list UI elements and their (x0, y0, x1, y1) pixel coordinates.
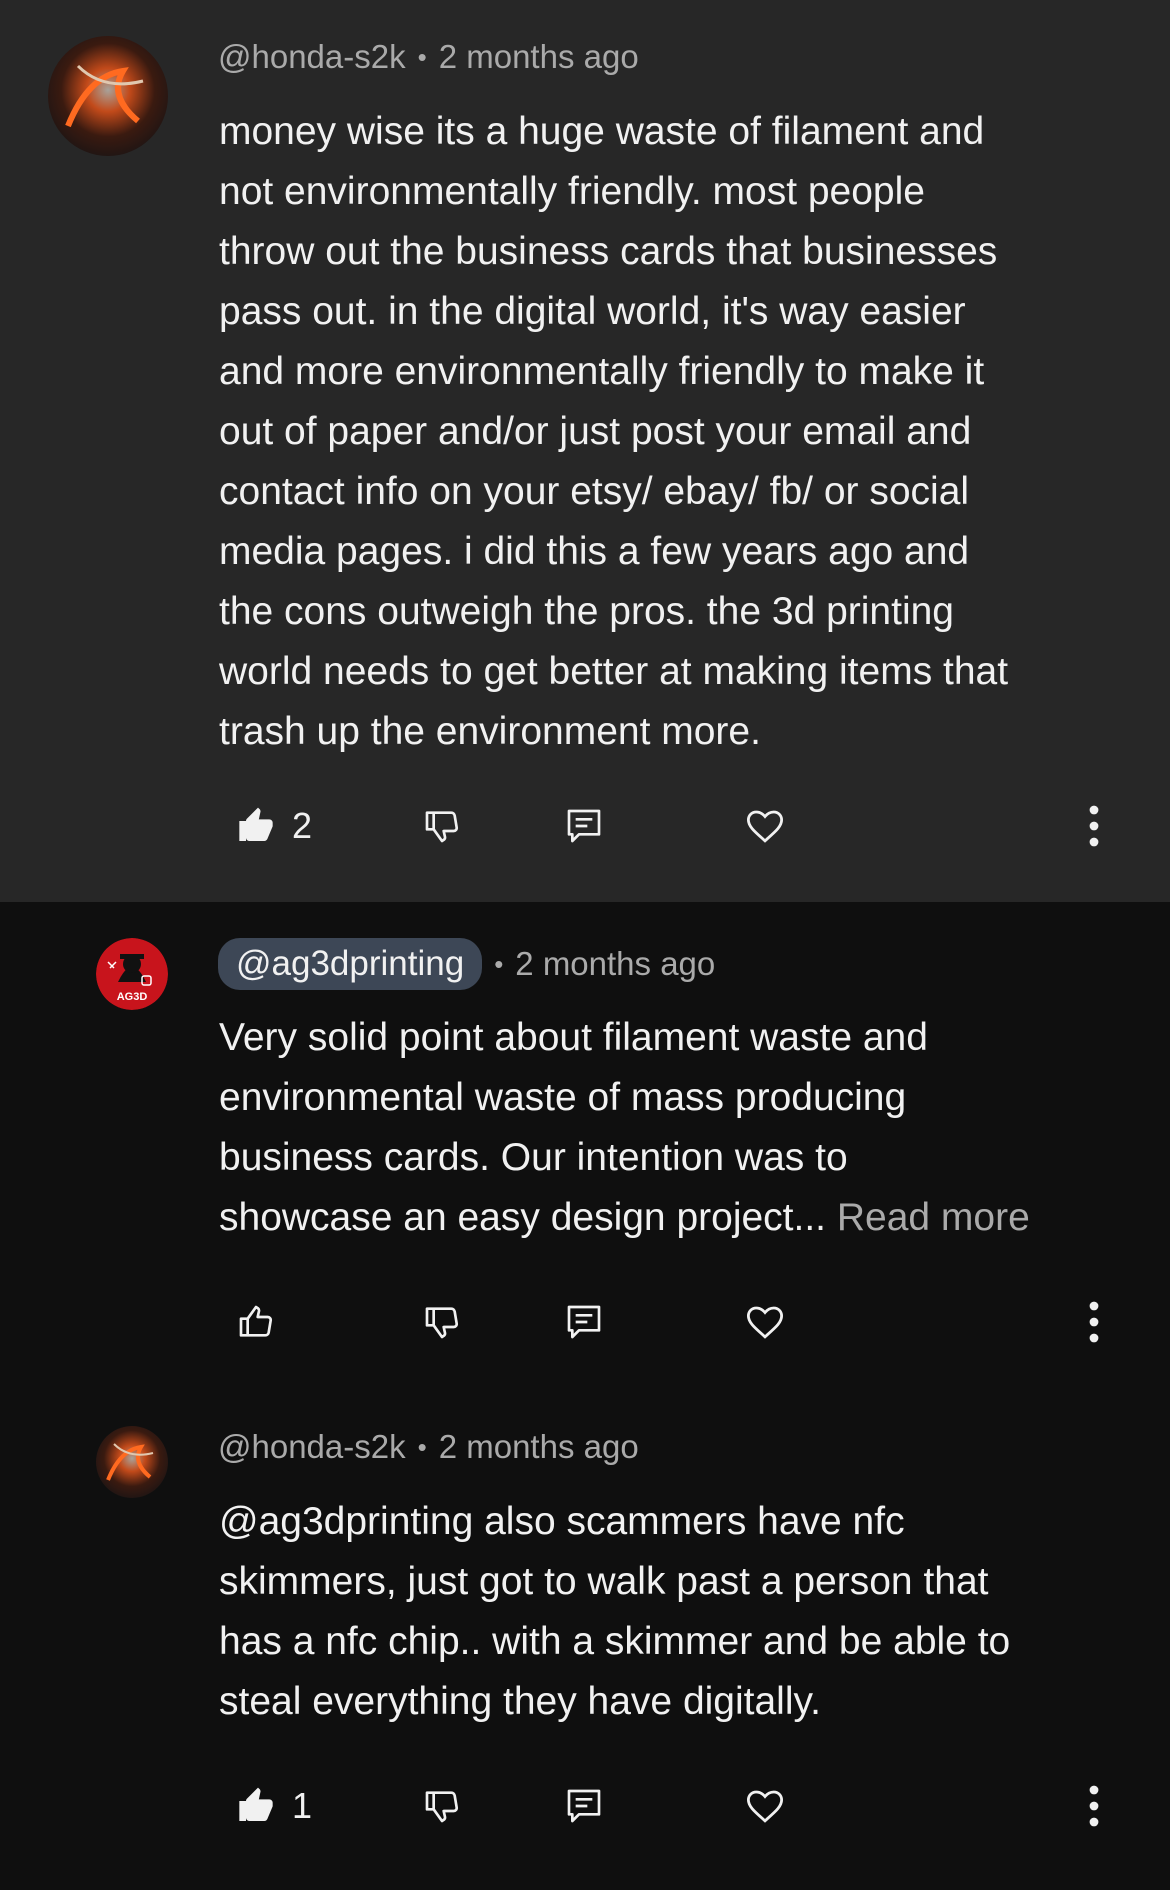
more-vert-icon (1089, 1301, 1099, 1343)
comment-line: trash up the environment more. (219, 710, 761, 753)
more-options-button[interactable] (1076, 1282, 1112, 1362)
author-name[interactable]: @honda-s2k (218, 1428, 406, 1466)
comment-line: throw out the business cards that busine… (219, 230, 998, 273)
comment-line: world needs to get better at making item… (219, 650, 1009, 693)
comment-timestamp[interactable]: 2 months ago (439, 1428, 639, 1466)
reply-icon (567, 1305, 601, 1339)
heart-button[interactable] (744, 786, 786, 866)
comment-line-last: showcase an easy design project... Read … (219, 1188, 1139, 1248)
thumbs-down-icon (425, 1307, 459, 1339)
avatar-text: AG3D (117, 991, 148, 1003)
reply-icon (567, 809, 601, 843)
thumbs-up-icon (239, 1305, 273, 1337)
comment-line: out of paper and/or just post your email… (219, 410, 972, 453)
more-options-button[interactable] (1076, 1766, 1112, 1846)
heart-button[interactable] (744, 1766, 786, 1846)
avatar[interactable]: AG3D (96, 938, 168, 1010)
separator-dot: • (417, 41, 427, 72)
like-button[interactable] (236, 1282, 292, 1362)
dislike-button[interactable] (422, 786, 462, 866)
dislike-button[interactable] (422, 1282, 462, 1362)
comment-text: money wise its a huge waste of filament … (219, 102, 1139, 762)
comment-line: media pages. i did this a few years ago … (219, 530, 970, 573)
thumbs-down-icon (425, 1791, 459, 1823)
author-name[interactable]: @ag3dprinting (218, 938, 483, 990)
author-name[interactable]: @honda-s2k (218, 38, 406, 76)
comment-line: showcase an easy design project... (219, 1196, 827, 1239)
comment-text: @ag3dprinting also scammers have nfc ski… (219, 1492, 1139, 1732)
comment-line: money wise its a huge waste of filament … (219, 110, 985, 153)
avatar[interactable] (48, 36, 168, 156)
like-button[interactable]: 1 (236, 1766, 312, 1846)
comment-line: not environmentally friendly. most peopl… (219, 170, 925, 213)
read-more-link[interactable]: Read more (837, 1196, 1030, 1239)
more-vert-icon (1089, 1785, 1099, 1827)
comment-header: @ag3dprinting • 2 months ago (218, 938, 715, 990)
comment-line: Very solid point about filament waste an… (219, 1016, 928, 1059)
thumbs-up-icon (239, 807, 273, 841)
heart-icon (746, 810, 784, 843)
comment-line: pass out. in the digital world, it's way… (219, 290, 966, 333)
reply-icon (567, 1789, 601, 1823)
reply-button[interactable] (564, 1766, 604, 1846)
comment-thread-item: @honda-s2k • 2 months ago money wise its… (0, 0, 1170, 902)
comment-timestamp[interactable]: 2 months ago (439, 38, 639, 76)
comment-actions: 2 (0, 786, 1170, 866)
comment-line: contact info on your etsy/ ebay/ fb/ or … (219, 470, 970, 513)
comment-line: environmental waste of mass producing (219, 1076, 907, 1119)
comment-actions (0, 1282, 1170, 1362)
thumbs-down-icon (425, 811, 459, 843)
heart-icon (746, 1790, 784, 1823)
comment-line: skimmers, just got to walk past a person… (219, 1560, 989, 1603)
dislike-button[interactable] (422, 1766, 462, 1846)
comment-line: and more environmentally friendly to mak… (219, 350, 985, 393)
comment-timestamp[interactable]: 2 months ago (515, 945, 715, 983)
comment-line: steal everything they have digitally. (219, 1680, 821, 1723)
comment-actions: 1 (0, 1766, 1170, 1846)
comment-text: Very solid point about filament waste an… (219, 1008, 1139, 1248)
heart-button[interactable] (744, 1282, 786, 1362)
more-vert-icon (1089, 805, 1099, 847)
comment-line: the cons outweigh the pros. the 3d print… (219, 590, 954, 633)
reply-button[interactable] (564, 786, 604, 866)
reply-button[interactable] (564, 1282, 604, 1362)
heart-icon (746, 1306, 784, 1339)
like-button[interactable]: 2 (236, 786, 312, 866)
comment-reply-item: AG3D @ag3dprinting • 2 months ago Very s… (0, 902, 1170, 1390)
comment-line: has a nfc chip.. with a skimmer and be a… (219, 1620, 1011, 1663)
like-count: 1 (292, 1785, 313, 1826)
thumbs-up-icon (239, 1787, 273, 1821)
more-options-button[interactable] (1076, 786, 1112, 866)
comment-line: @ag3dprinting also scammers have nfc (219, 1500, 905, 1543)
separator-dot: • (417, 1431, 427, 1462)
avatar[interactable] (96, 1426, 168, 1498)
comment-line: business cards. Our intention was to (219, 1136, 848, 1179)
like-count: 2 (292, 805, 313, 846)
comment-header: @honda-s2k • 2 months ago (218, 1428, 639, 1466)
comment-header: @honda-s2k • 2 months ago (218, 38, 639, 76)
separator-dot: • (494, 948, 504, 979)
